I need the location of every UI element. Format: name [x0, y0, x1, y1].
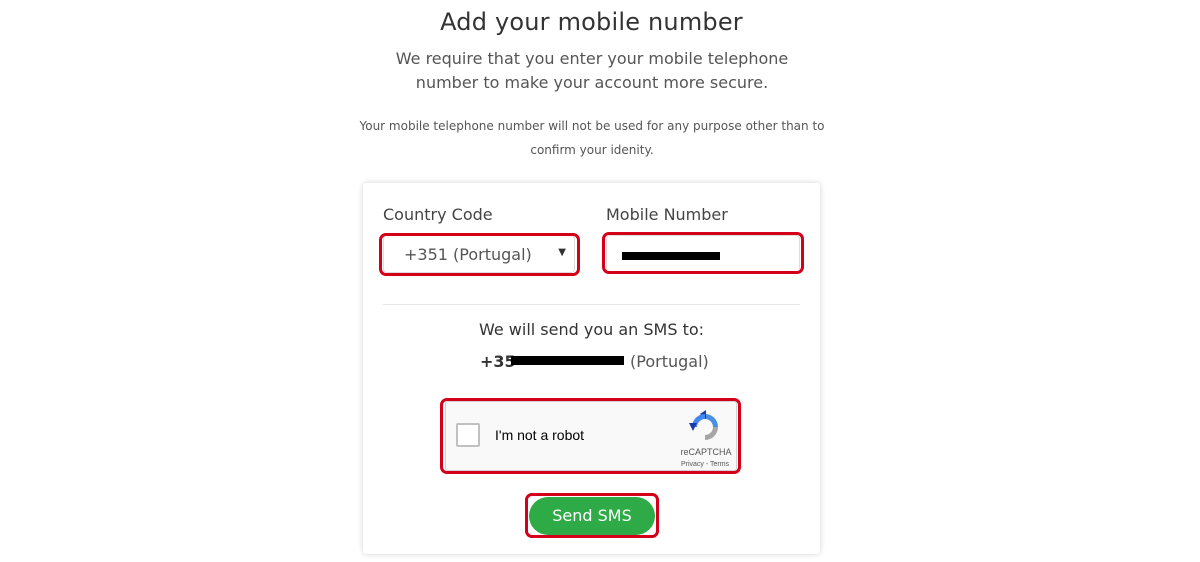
recaptcha-logo-icon — [689, 410, 718, 440]
add-mobile-page: Add your mobile number We require that y… — [0, 0, 1200, 562]
country-code-select[interactable]: +351 (Portugal) ▼ — [383, 235, 575, 273]
privacy-note: Your mobile telephone number will not be… — [359, 119, 825, 157]
country-code-value: +351 (Portugal) — [404, 245, 532, 264]
send-sms-button[interactable]: Send SMS — [529, 497, 655, 535]
recaptcha-brand-text: reCAPTCHA — [680, 447, 732, 457]
sms-number-redaction — [511, 356, 624, 365]
mobile-number-input[interactable] — [606, 235, 800, 273]
recaptcha-label: I'm not a robot — [495, 427, 585, 443]
recaptcha-privacy-terms-link[interactable]: Privacy - Terms — [674, 461, 736, 468]
recaptcha-widget: I'm not a robot reCAPTCHA Privacy - Term… — [445, 401, 737, 471]
recaptcha-checkbox[interactable] — [456, 423, 480, 447]
sms-intro-text: We will send you an SMS to: — [478, 320, 705, 339]
page-title: Add your mobile number — [440, 8, 743, 36]
mobile-number-label: Mobile Number — [606, 205, 728, 224]
mobile-number-redaction — [622, 252, 720, 260]
form-divider — [383, 304, 800, 305]
country-code-label: Country Code — [383, 205, 493, 224]
sms-number-country: (Portugal) — [630, 352, 709, 371]
page-lead-text: We require that you enter your mobile te… — [395, 49, 789, 92]
dropdown-arrow-icon: ▼ — [558, 247, 566, 258]
phone-form-card: Country Code Mobile Number +351 (Portuga… — [363, 183, 820, 554]
